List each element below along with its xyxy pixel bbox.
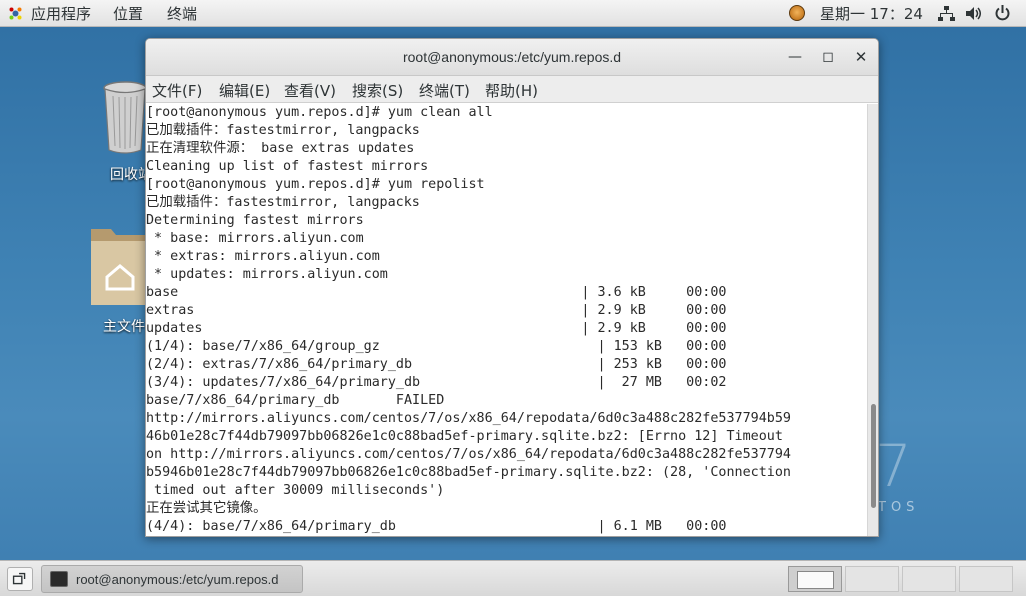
workspace-4[interactable] <box>959 566 1013 592</box>
menu-search[interactable]: 搜索(S) <box>352 80 403 101</box>
terminal-output[interactable]: [root@anonymous yum.repos.d]# yum clean … <box>146 104 867 536</box>
terminal-line: b5946b01e28c7f44db79097bb06826e1c0c88bad… <box>146 465 791 480</box>
terminal-lines: [root@anonymous yum.repos.d]# yum clean … <box>146 104 791 536</box>
scrollbar[interactable] <box>867 104 878 536</box>
terminal-line: 正在尝试其它镜像。 <box>146 501 267 516</box>
power-icon[interactable] <box>994 5 1011 22</box>
menubar: 文件(F) 编辑(E) 查看(V) 搜索(S) 终端(T) 帮助(H) <box>146 76 878 103</box>
terminal-line: 已加载插件：fastestmirror, langpacks <box>146 195 420 210</box>
menu-terminal[interactable]: 终端(T) <box>419 80 470 101</box>
terminal-line: Cleaning up list of fastest mirrors <box>146 159 429 174</box>
terminal-line: (1/4): base/7/x86_64/group_gz | 153 kB 0… <box>146 339 727 354</box>
terminal-line: timed out after 30009 milliseconds') <box>146 483 445 498</box>
volume-icon[interactable] <box>966 6 983 21</box>
centos-watermark: 7 <box>875 432 912 500</box>
window-titlebar[interactable]: root@anonymous:/etc/yum.repos.d — ◻ ✕ <box>146 39 878 76</box>
applications-icon[interactable] <box>8 6 23 21</box>
minimize-button[interactable]: — <box>786 48 804 66</box>
terminal-line: 正在清理软件源： base extras updates <box>146 141 415 156</box>
show-desktop-button[interactable] <box>7 567 33 591</box>
terminal-line: (3/4): updates/7/x86_64/primary_db | 27 … <box>146 375 727 390</box>
terminal-line: (4/4): base/7/x86_64/primary_db | 6.1 MB… <box>146 519 727 534</box>
menu-edit[interactable]: 编辑(E) <box>219 80 270 101</box>
terminal-app-menu[interactable]: 终端 <box>167 3 197 24</box>
menu-file[interactable]: 文件(F) <box>152 80 202 101</box>
terminal-line: on http://mirrors.aliyuncs.com/centos/7/… <box>146 447 791 462</box>
terminal-line: base | 3.6 kB 00:00 <box>146 285 727 300</box>
bottom-panel: root@anonymous:/etc/yum.repos.d <box>0 560 1026 596</box>
terminal-line: * extras: mirrors.aliyun.com <box>146 249 380 264</box>
terminal-line: [root@anonymous yum.repos.d]# yum repoli… <box>146 177 485 192</box>
terminal-line: (2/4): extras/7/x86_64/primary_db | 253 … <box>146 357 727 372</box>
menu-help[interactable]: 帮助(H) <box>485 80 538 101</box>
places-menu[interactable]: 位置 <box>113 3 143 24</box>
window-title: root@anonymous:/etc/yum.repos.d <box>402 49 622 65</box>
terminal-line: 已加载插件：fastestmirror, langpacks <box>146 123 420 138</box>
terminal-icon <box>50 571 68 587</box>
workspace-2[interactable] <box>845 566 899 592</box>
terminal-line: base/7/x86_64/primary_db FAILED <box>146 393 445 408</box>
terminal-line: [root@anonymous yum.repos.d]# yum clean … <box>146 105 493 120</box>
terminal-line: * updates: mirrors.aliyun.com <box>146 267 388 282</box>
workspace-3[interactable] <box>902 566 956 592</box>
top-panel: 应用程序 位置 终端 星期一 17：24 <box>0 0 1026 27</box>
avatar[interactable] <box>789 5 805 21</box>
terminal-line: http://mirrors.aliyuncs.com/centos/7/os/… <box>146 411 791 426</box>
centos-logo-text: TOS <box>878 500 920 515</box>
trash-icon[interactable] <box>101 80 149 156</box>
terminal-line: updates | 2.9 kB 00:00 <box>146 321 727 336</box>
terminal-line: * base: mirrors.aliyun.com <box>146 231 364 246</box>
workspace-1[interactable] <box>788 566 842 592</box>
taskbar-item-label: root@anonymous:/etc/yum.repos.d <box>76 572 279 587</box>
maximize-button[interactable]: ◻ <box>819 48 837 66</box>
terminal-line: 46b01e28c7f44db79097bb06826e1c0c88bad5ef… <box>146 429 783 444</box>
terminal-line: Determining fastest mirrors <box>146 213 364 228</box>
network-icon[interactable] <box>938 6 955 21</box>
clock[interactable]: 星期一 17：24 <box>820 3 923 24</box>
taskbar-item-terminal[interactable]: root@anonymous:/etc/yum.repos.d <box>41 565 303 593</box>
close-button[interactable]: ✕ <box>852 48 870 66</box>
terminal-window[interactable]: root@anonymous:/etc/yum.repos.d — ◻ ✕ 文件… <box>145 38 879 537</box>
scrollbar-thumb[interactable] <box>871 404 876 508</box>
terminal-line: extras | 2.9 kB 00:00 <box>146 303 727 318</box>
home-folder-icon[interactable] <box>89 225 151 307</box>
menu-view[interactable]: 查看(V) <box>284 80 336 101</box>
applications-menu[interactable]: 应用程序 <box>31 3 91 24</box>
show-desktop-icon <box>12 572 26 585</box>
